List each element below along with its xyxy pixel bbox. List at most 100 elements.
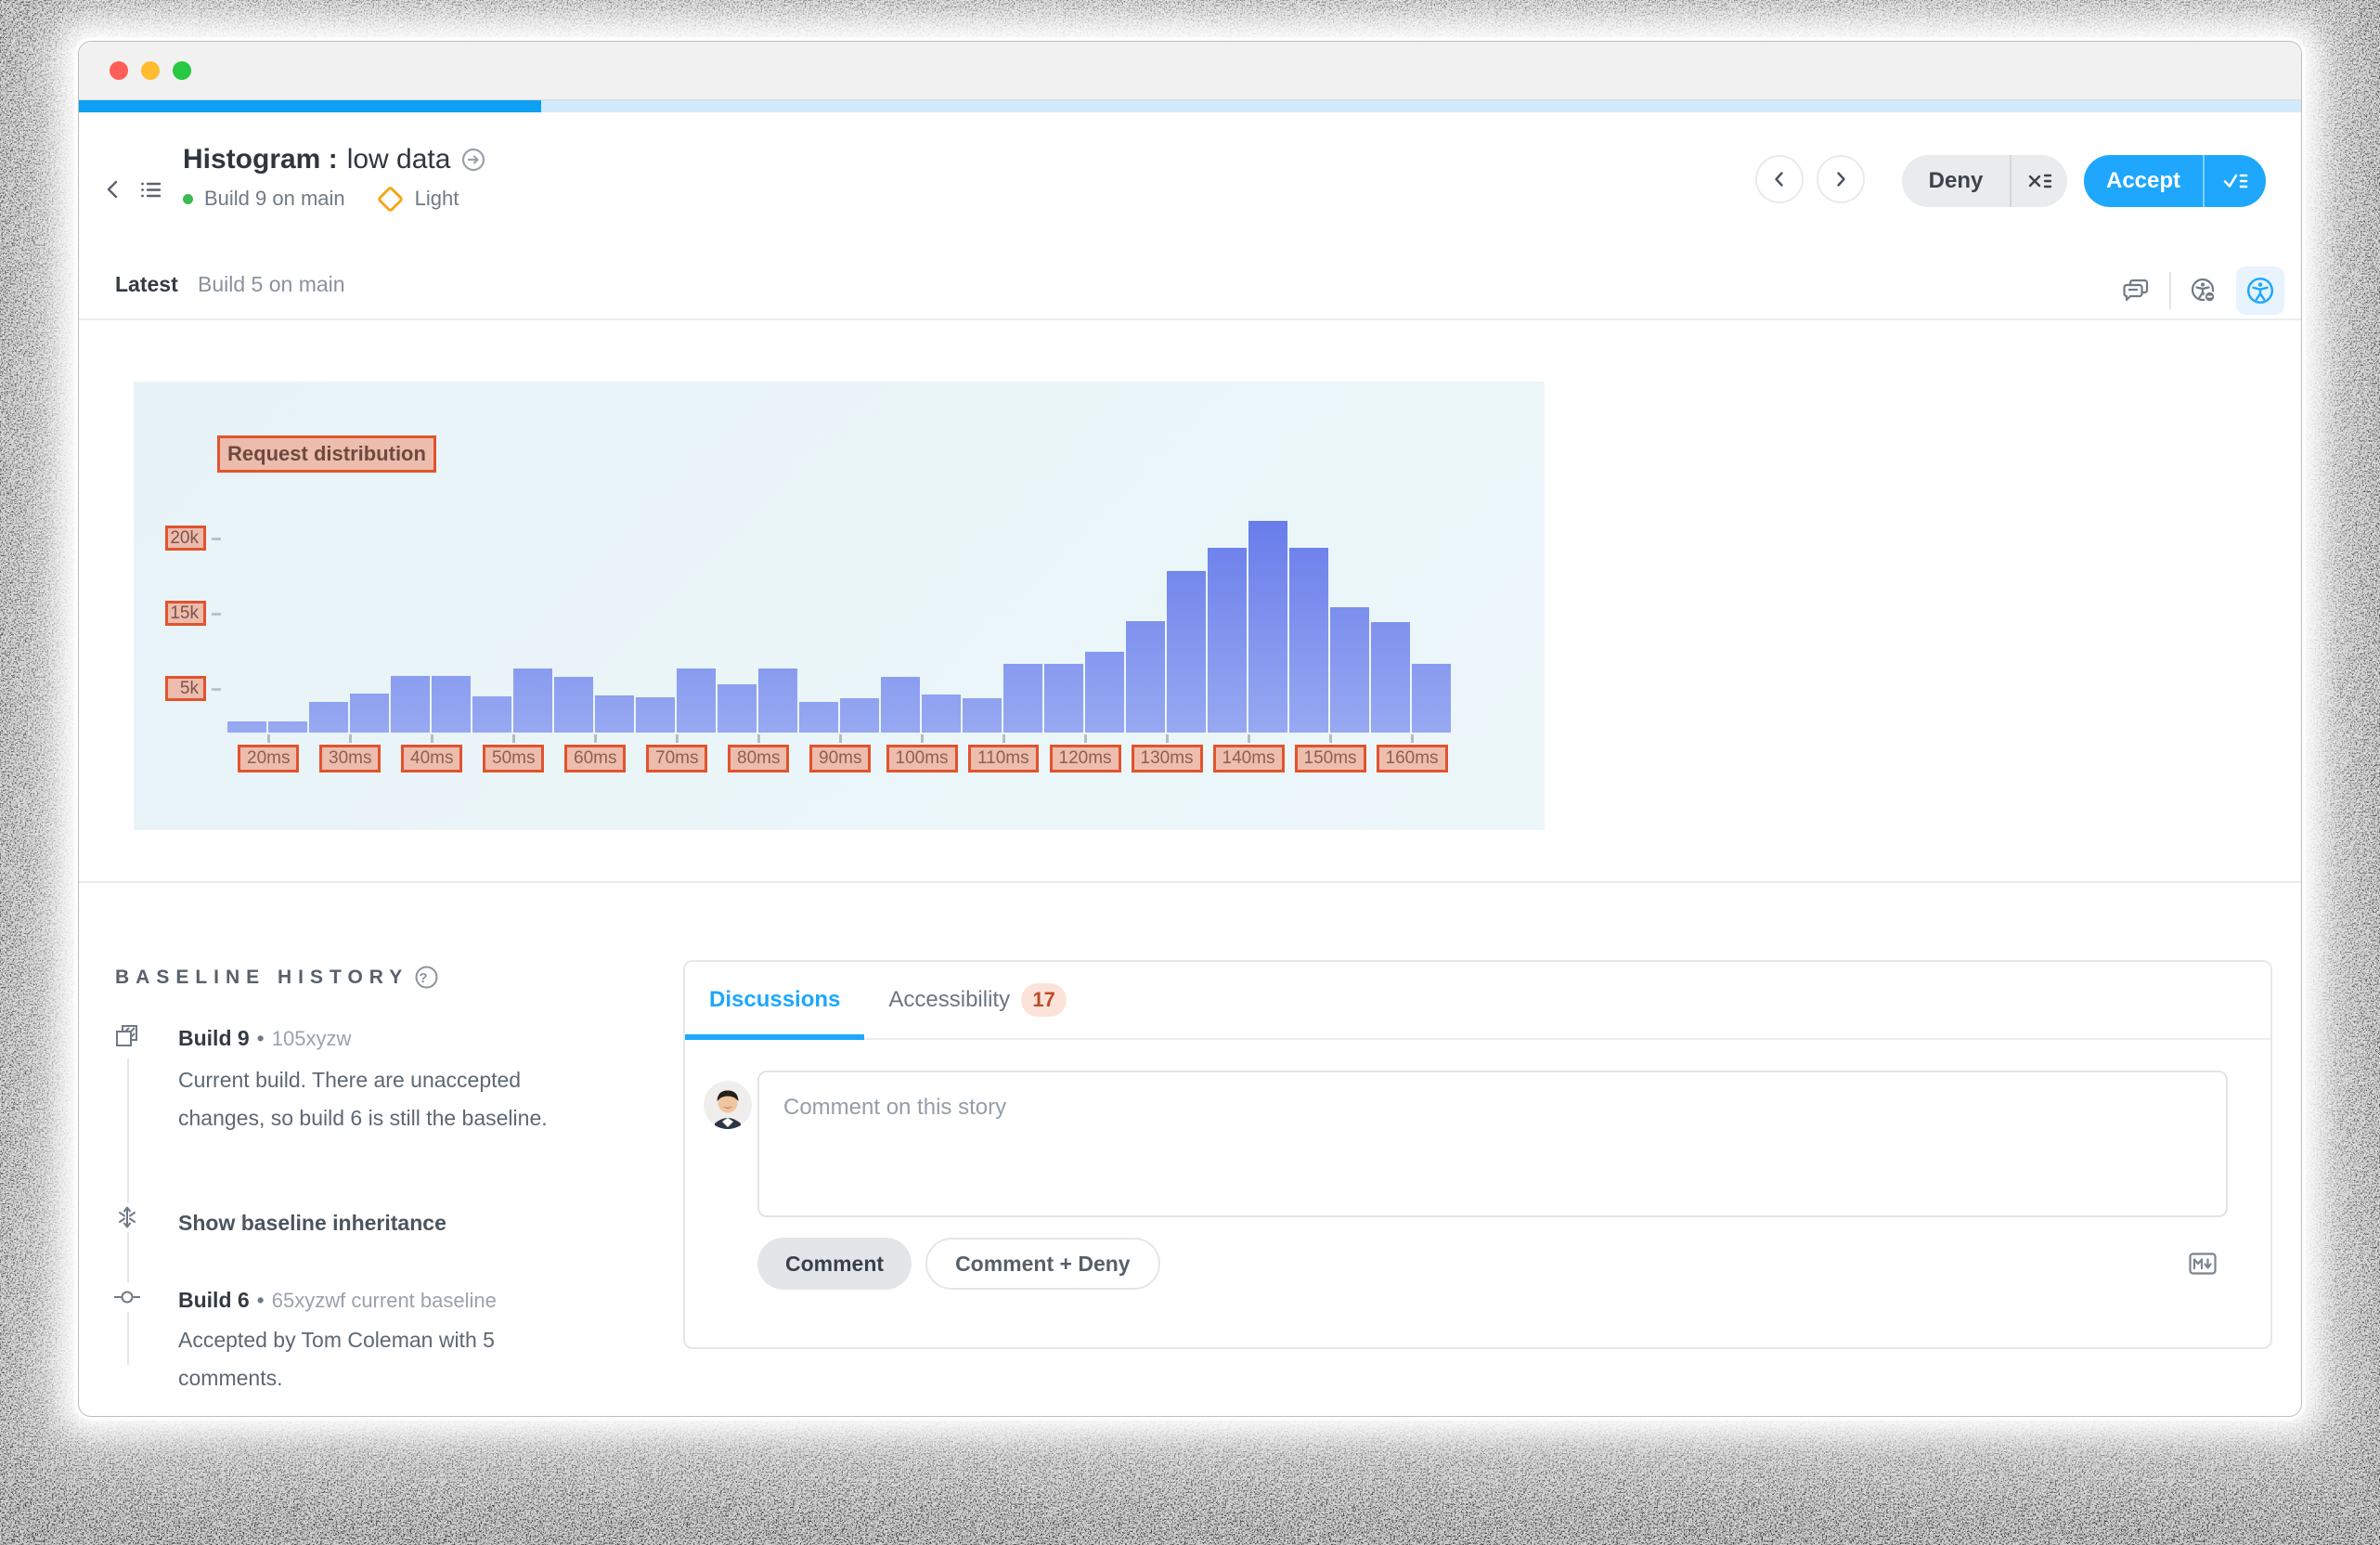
histogram-bar (432, 676, 471, 733)
app-window: Histogram : low data Build 9 on main Lig… (78, 41, 2302, 1417)
help-icon[interactable]: ? (414, 965, 439, 990)
build-9-title-row[interactable]: Build 9•105xyzw (178, 1026, 351, 1051)
build-9-hash: 105xyzw (272, 1027, 352, 1050)
histogram-bar (1167, 571, 1206, 733)
histogram-bar (1126, 621, 1165, 733)
build-status-dot (183, 194, 193, 204)
x-axis-label-highlight: 100ms (886, 745, 958, 772)
histogram-bar (350, 694, 389, 733)
x-axis-tick (1002, 734, 1005, 743)
x-axis-label-highlight: 30ms (319, 745, 381, 772)
tab-accessibility-label: Accessibility (888, 987, 1010, 1013)
accept-button[interactable]: Accept (2084, 155, 2203, 207)
x-axis-tick (757, 734, 760, 743)
show-baseline-inheritance-link[interactable]: Show baseline inheritance (178, 1211, 446, 1236)
tab-accessibility[interactable]: Accessibility 17 (864, 962, 1091, 1038)
deny-split-button: Deny (1902, 155, 2067, 207)
histogram-bar (1003, 664, 1042, 733)
y-axis-tick (212, 613, 221, 616)
histogram-bar (309, 702, 348, 733)
y-axis-label-highlight: 15k (165, 601, 206, 626)
build-progress-bar (79, 100, 2301, 112)
latest-build-bar: Latest Build 5 on main (79, 261, 2301, 320)
y-axis-label-highlight: 5k (165, 676, 206, 701)
page-title: Histogram : low data (183, 144, 487, 175)
deny-button[interactable]: Deny (1902, 155, 2010, 207)
build-changes-icon (112, 1021, 142, 1051)
x-axis-label-highlight: 60ms (564, 745, 626, 772)
histogram-bar (1330, 607, 1369, 733)
x-axis-tick (1411, 734, 1414, 743)
component-name: Histogram : (183, 144, 338, 175)
baseline-inheritance-icon (112, 1202, 142, 1232)
panel-tabs: Discussions Accessibility 17 (685, 962, 2270, 1040)
histogram-bar (840, 698, 879, 733)
next-story-button[interactable] (1817, 155, 1865, 203)
accessibility-on-icon[interactable] (2236, 266, 2284, 315)
x-axis-label-highlight: 110ms (968, 745, 1039, 772)
previous-story-button[interactable] (1755, 155, 1804, 203)
histogram-bar (1208, 548, 1247, 733)
build-9-description: Current build. There are unaccepted chan… (178, 1061, 577, 1137)
minimize-window-button[interactable] (141, 61, 160, 80)
story-list-icon[interactable] (136, 175, 164, 203)
comment-and-deny-button[interactable]: Comment + Deny (925, 1238, 1160, 1290)
histogram-bar (391, 676, 430, 733)
histogram-bar (513, 669, 552, 733)
baseline-history-title: BASELINE HISTORY (115, 967, 408, 989)
comments-icon[interactable] (2123, 277, 2151, 305)
back-button[interactable] (99, 175, 127, 203)
story-snapshot-histogram: Request distribution 20k15k5k 20ms30ms40… (134, 382, 1545, 830)
histogram-bar (636, 697, 675, 733)
x-axis-label-highlight: 150ms (1295, 745, 1366, 772)
histogram-bar (1248, 521, 1287, 733)
chart-title-highlight: Request distribution (217, 435, 436, 473)
go-to-story-icon[interactable] (459, 146, 487, 174)
histogram-bar (677, 669, 716, 733)
accept-batch-icon[interactable] (2203, 155, 2266, 207)
tab-discussions-label: Discussions (709, 987, 840, 1013)
x-axis-tick (512, 734, 515, 743)
histogram-bar (472, 696, 511, 733)
y-axis-tick (212, 688, 221, 691)
deny-batch-icon[interactable] (2010, 155, 2067, 207)
histogram-bar (595, 695, 634, 733)
close-window-button[interactable] (110, 61, 128, 80)
svg-text:?: ? (420, 970, 434, 986)
histogram-bar (268, 721, 307, 733)
screenshot-stage: { "progress": { "percent": 20.8 }, "head… (0, 0, 2380, 1545)
histogram-bar (922, 695, 961, 733)
latest-label: Latest (115, 272, 178, 297)
comment-input[interactable] (757, 1071, 2228, 1217)
variant-label: Light (415, 187, 459, 211)
x-axis-tick (839, 734, 842, 743)
chart-title: Request distribution (227, 442, 426, 466)
user-avatar[interactable] (704, 1081, 752, 1129)
tab-discussions[interactable]: Discussions (685, 962, 864, 1038)
x-axis-tick (431, 734, 433, 743)
x-axis-label-highlight: 40ms (401, 745, 462, 772)
histogram-bar (227, 721, 266, 733)
comment-button[interactable]: Comment (757, 1238, 912, 1290)
x-axis-tick (349, 734, 352, 743)
accessibility-count-badge: 17 (1021, 983, 1067, 1017)
x-axis-label-highlight: 140ms (1213, 745, 1285, 772)
x-axis-tick (267, 734, 270, 743)
build-progress-fill (79, 100, 541, 112)
commit-icon (112, 1282, 142, 1312)
chart-plot (134, 382, 1545, 733)
build-9-label: Build 9 (178, 1026, 250, 1050)
x-axis-label-highlight: 80ms (728, 745, 789, 772)
accessibility-off-icon[interactable] (2190, 277, 2218, 305)
x-axis-tick (921, 734, 924, 743)
histogram-bar (554, 677, 593, 733)
section-divider (79, 881, 2301, 883)
histogram-bar (1289, 548, 1328, 733)
accept-split-button: Accept (2084, 155, 2266, 207)
zoom-window-button[interactable] (173, 61, 191, 80)
build-6-label: Build 6 (178, 1288, 250, 1312)
x-axis-tick (594, 734, 597, 743)
build-6-title-row[interactable]: Build 6•65xyzwf current baseline (178, 1288, 497, 1313)
histogram-bar (1044, 664, 1083, 733)
histogram-bar (758, 669, 797, 733)
